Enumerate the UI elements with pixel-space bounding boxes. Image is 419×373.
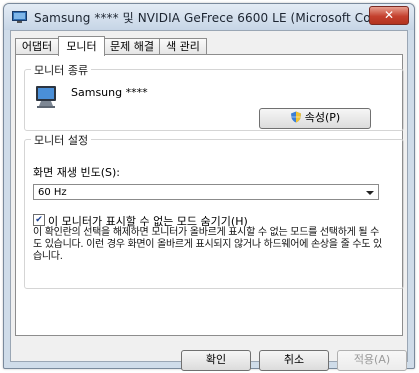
monitor-tab-panel: 모니터 종류 Samsung **** 속성(P) 모니터 설정 화면 재생 빈… [15,54,404,336]
close-button[interactable]: ✕ [369,6,409,25]
monitor-settings-group: 모니터 설정 화면 재생 빈도(S): 60 Hz ✔ 이 모니터가 표시할 수… [24,132,404,289]
display-app-icon [12,11,27,23]
hide-modes-checkbox[interactable]: ✔ [33,214,45,226]
chevron-down-icon [366,191,374,195]
monitor-settings-legend: 모니터 설정 [31,132,92,148]
refresh-rate-label: 화면 재생 빈도(S): [33,166,120,179]
dialog-body: 어댑터 모니터 문제 해결 색 관리 모니터 종류 Samsung **** 속… [10,30,408,371]
monitor-type-group: 모니터 종류 Samsung **** 속성(P) [24,62,404,131]
shield-icon [290,111,301,123]
title-bar[interactable]: Samsung **** 및 NVIDIA GeFrece 6600 LE (M… [4,4,414,30]
apply-button[interactable]: 적용(A) [337,350,407,371]
window-title: Samsung **** 및 NVIDIA GeFrece 6600 LE (M… [34,11,396,25]
tab-monitor[interactable]: 모니터 [58,36,105,56]
refresh-rate-select[interactable]: 60 Hz [33,184,379,200]
tab-adapter[interactable]: 어댑터 [15,38,59,55]
tab-color-management[interactable]: 색 관리 [159,38,207,55]
refresh-rate-value: 60 Hz [38,187,67,198]
warning-description: 이 확인란의 선택을 해제하면 모니터가 올바르게 표시할 수 없는 모드를 선… [33,227,382,262]
properties-button-label: 속성(P) [304,111,341,124]
monitor-icon [36,86,56,108]
monitor-name: Samsung **** [71,86,148,99]
cancel-button[interactable]: 취소 [259,350,329,371]
tab-troubleshoot[interactable]: 문제 해결 [104,38,160,55]
close-icon: ✕ [383,8,395,22]
monitor-type-legend: 모니터 종류 [31,62,92,78]
ok-button[interactable]: 확인 [181,350,251,371]
display-properties-window: Samsung **** 및 NVIDIA GeFrece 6600 LE (M… [3,3,415,371]
properties-button[interactable]: 속성(P) [259,108,371,129]
